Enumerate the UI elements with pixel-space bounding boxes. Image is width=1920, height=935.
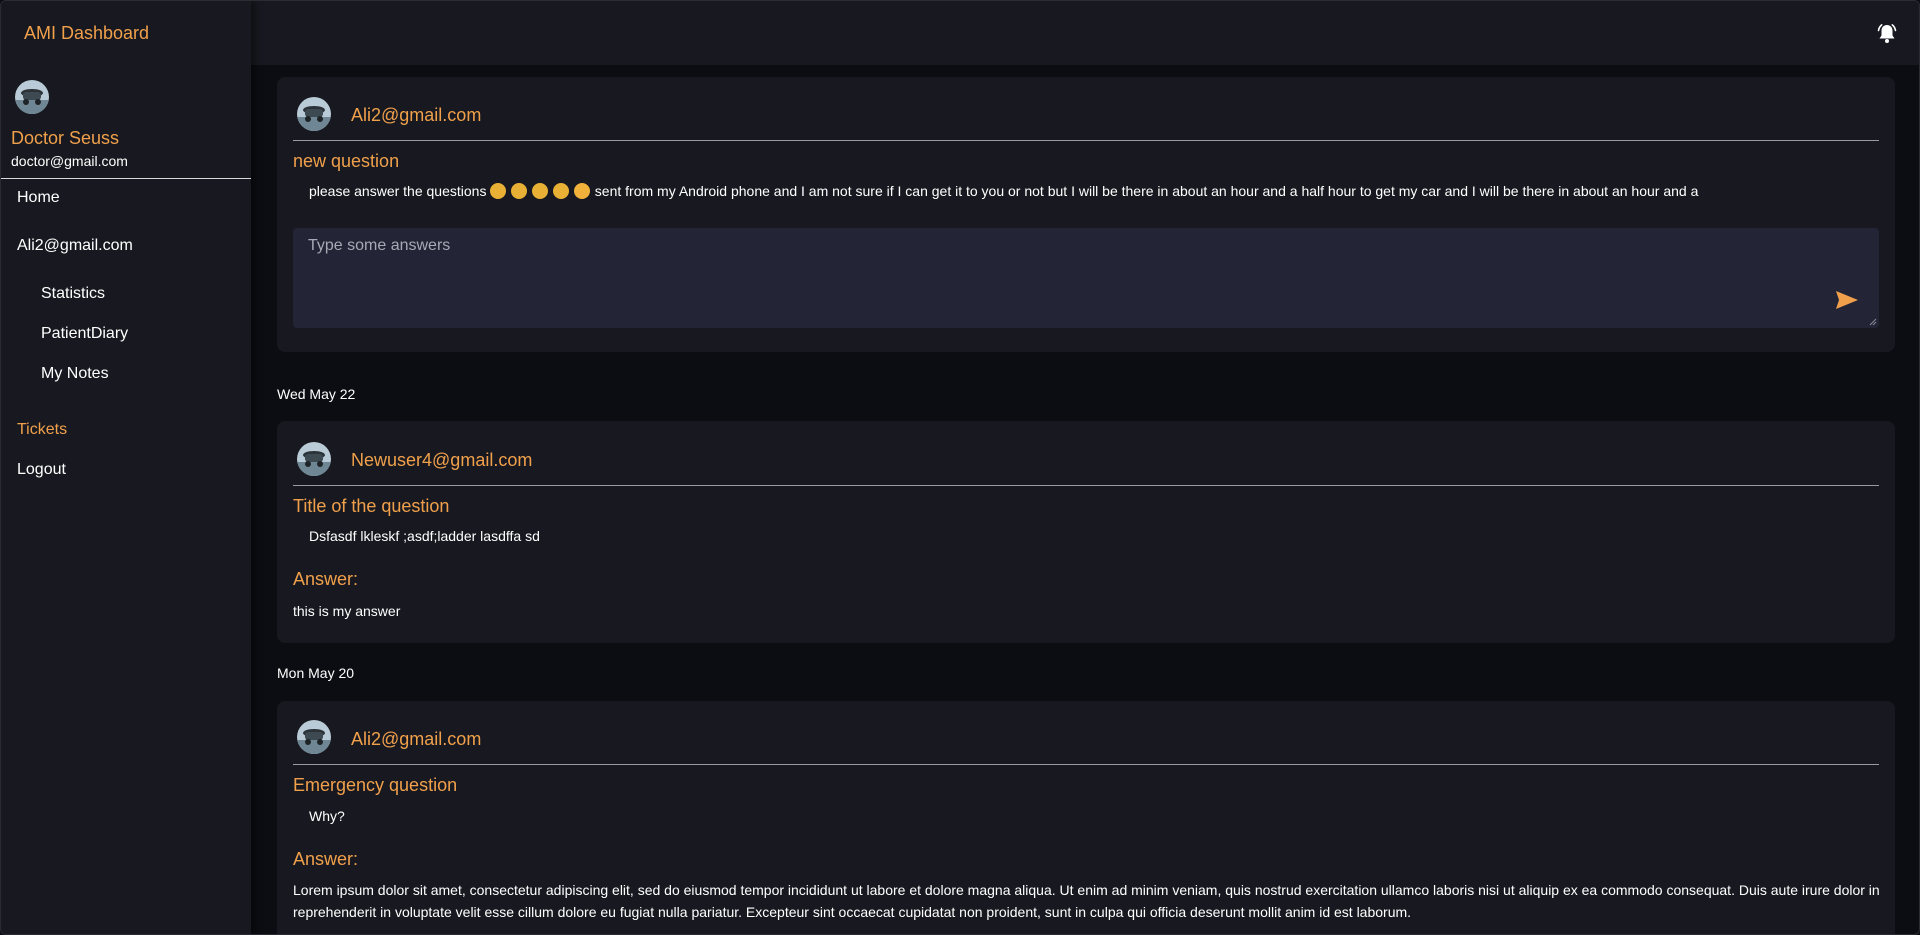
avatar	[297, 97, 331, 131]
grinning-emoji-icon	[553, 183, 570, 199]
resize-grip-icon[interactable]	[1869, 318, 1877, 326]
ticket-user-email[interactable]: Ali2@gmail.com	[351, 729, 481, 750]
answer-label: Answer:	[293, 569, 359, 589]
main-content: Ali2@gmail.com new question please answe…	[251, 65, 1919, 934]
sidebar-item-patient[interactable]: Ali2@gmail.com	[17, 237, 133, 255]
answer-input[interactable]	[293, 228, 1879, 328]
avatar	[15, 80, 49, 114]
app-window: AMI Dashboard Doctor Seuss doctor@gmail.…	[0, 0, 1920, 935]
answer-text: this is my answer	[293, 603, 401, 619]
sidebar-item-my-notes[interactable]: My Notes	[41, 365, 109, 383]
date-label: Wed May 22	[277, 386, 356, 402]
avatar	[297, 720, 331, 754]
sidebar: AMI Dashboard Doctor Seuss doctor@gmail.…	[1, 1, 251, 934]
app-brand[interactable]: AMI Dashboard	[24, 23, 149, 44]
sidebar-divider	[1, 178, 251, 179]
grinning-emoji-icon	[490, 183, 507, 199]
date-label: Mon May 20	[277, 665, 355, 681]
sidebar-item-tickets[interactable]: Tickets	[17, 421, 67, 439]
ticket-question-text: Dsfasdf lkleskf ;asdf;ladder lasdffa sd	[309, 528, 540, 544]
emoji-icons	[490, 183, 594, 199]
ticket-title: Title of the question	[293, 496, 450, 516]
ticket-title: Emergency question	[293, 775, 458, 795]
sidebar-item-patient-diary[interactable]: PatientDiary	[41, 325, 128, 343]
bell-icon[interactable]	[1875, 22, 1899, 46]
top-bar	[251, 1, 1919, 65]
ticket-divider	[293, 485, 1879, 486]
ticket-divider	[293, 764, 1879, 765]
ticket-divider	[293, 140, 1879, 141]
ticket-question: please answer the questions sent from my…	[309, 183, 1698, 199]
grinning-emoji-icon	[532, 183, 549, 199]
grinning-emoji-icon	[511, 183, 528, 199]
ticket-card: Ali2@gmail.com new question please answe…	[277, 77, 1895, 352]
ticket-question-text: Why?	[309, 808, 345, 824]
ticket-question-text: please answer the questions	[309, 183, 487, 199]
answer-box	[293, 228, 1879, 328]
ticket-user-email[interactable]: Ali2@gmail.com	[351, 105, 481, 126]
ticket-title: new question	[293, 151, 400, 171]
doctor-name: Doctor Seuss	[11, 128, 120, 148]
avatar	[297, 442, 331, 476]
send-icon[interactable]	[1835, 290, 1859, 310]
laughing-emoji-icon	[573, 183, 590, 199]
answer-label: Answer:	[293, 849, 359, 869]
ticket-question-text-rest: sent from my Android phone and I am not …	[594, 183, 1699, 199]
doctor-email: doctor@gmail.com	[11, 153, 128, 169]
ticket-user-email[interactable]: Newuser4@gmail.com	[351, 450, 532, 471]
sidebar-item-logout[interactable]: Logout	[17, 461, 66, 479]
ticket-card: Ali2@gmail.com Emergency question Why? A…	[277, 701, 1895, 934]
sidebar-item-home[interactable]: Home	[17, 189, 60, 207]
answer-text: Lorem ipsum dolor sit amet, consectetur …	[293, 882, 1880, 920]
sidebar-item-statistics[interactable]: Statistics	[41, 285, 105, 303]
ticket-card: Newuser4@gmail.com Title of the question…	[277, 421, 1895, 643]
